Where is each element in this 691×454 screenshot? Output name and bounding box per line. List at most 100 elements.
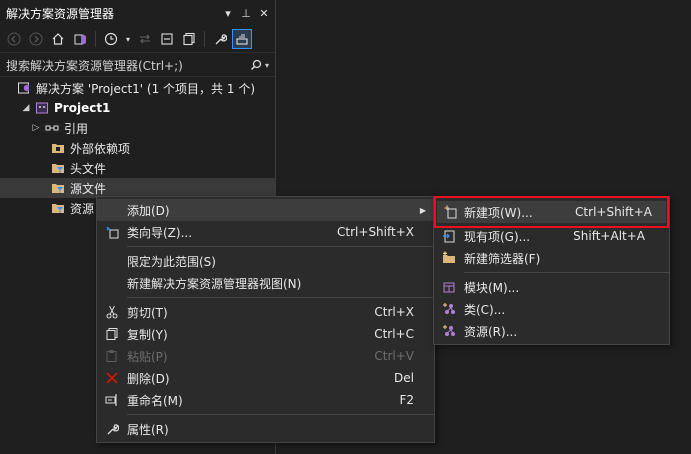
clock-icon <box>104 32 118 46</box>
files-icon <box>183 32 195 46</box>
module-icon <box>443 282 455 293</box>
shortcut-label: Ctrl+X <box>374 305 414 319</box>
shortcut-label: Shift+Alt+A <box>573 229 645 243</box>
tree-node-header-files[interactable]: 头文件 <box>0 158 275 178</box>
shortcut-label: Ctrl+C <box>374 327 414 341</box>
menu-item-rename[interactable]: 重命名(M) F2 <box>97 389 434 411</box>
header-files-label: 头文件 <box>70 161 107 176</box>
context-menu: 添加(D) ▶ 类向导(Z)... Ctrl+Shift+X 限定为此范围(S)… <box>96 196 435 443</box>
filter-folder-icon <box>50 180 66 196</box>
menu-item-add-label: 添加(D) <box>127 203 170 218</box>
shortcut-label: Ctrl+Shift+A <box>575 205 652 219</box>
menu-item-paste-label: 粘贴(P) <box>127 349 168 364</box>
scissors-icon <box>106 305 118 319</box>
solution-label: 解决方案 'Project1' (1 个项目，共 1 个) <box>36 81 255 96</box>
menu-separator <box>464 272 669 273</box>
paste-icon <box>106 350 117 362</box>
wrench-icon <box>107 424 119 435</box>
menu-item-cut-label: 剪切(T) <box>127 305 168 320</box>
tree-node-project[interactable]: ◢ Project1 <box>0 98 275 118</box>
back-button[interactable] <box>4 29 24 49</box>
search-placeholder: 搜索解决方案资源管理器(Ctrl+;) <box>6 58 183 73</box>
preview-selected-button[interactable] <box>232 29 252 49</box>
references-icon <box>44 120 60 136</box>
filter-folder-icon <box>50 200 66 216</box>
copy-icon <box>106 328 118 340</box>
menu-item-cut[interactable]: 剪切(T) Ctrl+X <box>97 301 434 323</box>
menu-item-rename-label: 重命名(M) <box>127 393 183 408</box>
new-filter-label: 新建筛选器(F) <box>464 251 541 266</box>
resource-icon <box>443 325 455 336</box>
collapse-icon <box>161 33 173 45</box>
references-label: 引用 <box>64 121 89 136</box>
vs-switch-icon <box>74 34 86 45</box>
menu-item-scope-to-this[interactable]: 限定为此范围(S) <box>97 250 434 272</box>
new-item-icon <box>444 205 456 219</box>
add-submenu: 新建项(W)... Ctrl+Shift+A 现有项(G)... Shift+A… <box>433 196 670 345</box>
home-button[interactable] <box>48 29 68 49</box>
submenu-item-new-filter[interactable]: 新建筛选器(F) <box>434 247 669 269</box>
menu-item-paste[interactable]: 粘贴(P) Ctrl+V <box>97 345 434 367</box>
shortcut-label: Del <box>394 371 414 385</box>
external-deps-icon <box>50 140 66 156</box>
panel-titlebar: 解决方案资源管理器 ▾ ⊥ ✕ <box>0 0 275 26</box>
sync-button[interactable] <box>135 29 155 49</box>
shortcut-label: Ctrl+Shift+X <box>337 225 414 239</box>
show-all-files-button[interactable] <box>179 29 199 49</box>
tree-node-solution[interactable]: 解决方案 'Project1' (1 个项目，共 1 个) <box>0 78 275 98</box>
tree-node-external-deps[interactable]: 外部依赖项 <box>0 138 275 158</box>
filter-folder-icon <box>50 160 66 176</box>
switch-views-button[interactable] <box>70 29 90 49</box>
collapse-all-button[interactable] <box>157 29 177 49</box>
submenu-item-resource[interactable]: 资源(R)... <box>434 320 669 342</box>
search-input[interactable]: 搜索解决方案资源管理器(Ctrl+;) ▾ <box>0 54 275 77</box>
search-icon <box>250 59 262 71</box>
submenu-item-new-item[interactable]: 新建项(W)... Ctrl+Shift+A <box>434 196 669 228</box>
submenu-item-existing-item[interactable]: 现有项(G)... Shift+Alt+A <box>434 225 669 247</box>
menu-item-add[interactable]: 添加(D) ▶ <box>97 199 434 221</box>
pending-dropdown[interactable]: ▾ <box>123 29 133 49</box>
submenu-item-module[interactable]: 模块(M)... <box>434 276 669 298</box>
preview-icon <box>236 34 248 45</box>
properties-button[interactable] <box>210 29 230 49</box>
source-files-label: 源文件 <box>70 181 107 196</box>
menu-item-scope-label: 限定为此范围(S) <box>127 254 216 269</box>
menu-item-new-explorer-view[interactable]: 新建解决方案资源管理器视图(N) <box>97 272 434 294</box>
existing-item-label: 现有项(G)... <box>464 229 531 244</box>
submenu-arrow-icon: ▶ <box>419 205 426 215</box>
search-options-icon[interactable]: ▾ <box>265 61 269 70</box>
submenu-item-class[interactable]: 类(C)... <box>434 298 669 320</box>
close-icon[interactable]: ✕ <box>259 7 269 20</box>
toolbar-separator <box>95 31 96 47</box>
rename-icon <box>105 394 117 406</box>
collapsed-chevron-icon[interactable]: ▷ <box>30 123 42 133</box>
dropdown-icon[interactable]: ▾ <box>223 7 233 20</box>
pending-changes-button[interactable] <box>101 29 121 49</box>
wrench-icon <box>215 34 227 45</box>
menu-item-class-wizard-label: 类向导(Z)... <box>127 225 193 240</box>
resource-label: 资源(R)... <box>464 324 518 339</box>
forward-button[interactable] <box>26 29 46 49</box>
project-icon <box>34 100 50 116</box>
menu-item-copy-label: 复制(Y) <box>127 327 168 342</box>
pin-icon[interactable]: ⊥ <box>241 7 251 20</box>
tree-node-source-files[interactable]: 源文件 <box>0 178 275 198</box>
home-icon <box>52 33 64 45</box>
menu-item-copy[interactable]: 复制(Y) Ctrl+C <box>97 323 434 345</box>
menu-item-delete[interactable]: 删除(D) Del <box>97 367 434 389</box>
existing-item-icon <box>443 230 455 243</box>
sync-arrows-icon <box>140 34 150 44</box>
menu-item-properties[interactable]: 属性(R) <box>97 418 434 440</box>
class-label: 类(C)... <box>464 302 506 317</box>
tree-node-references[interactable]: ▷ 引用 <box>0 118 275 138</box>
menu-separator <box>127 246 434 247</box>
new-filter-folder-icon <box>443 251 455 263</box>
toolbar-separator <box>204 31 205 47</box>
shortcut-label: Ctrl+V <box>374 349 414 363</box>
menu-separator <box>127 414 434 415</box>
solution-icon <box>16 80 32 96</box>
menu-item-class-wizard[interactable]: 类向导(Z)... Ctrl+Shift+X <box>97 221 434 243</box>
expanded-chevron-icon[interactable]: ◢ <box>20 103 32 113</box>
shortcut-label: F2 <box>399 393 414 407</box>
menu-separator <box>127 297 434 298</box>
